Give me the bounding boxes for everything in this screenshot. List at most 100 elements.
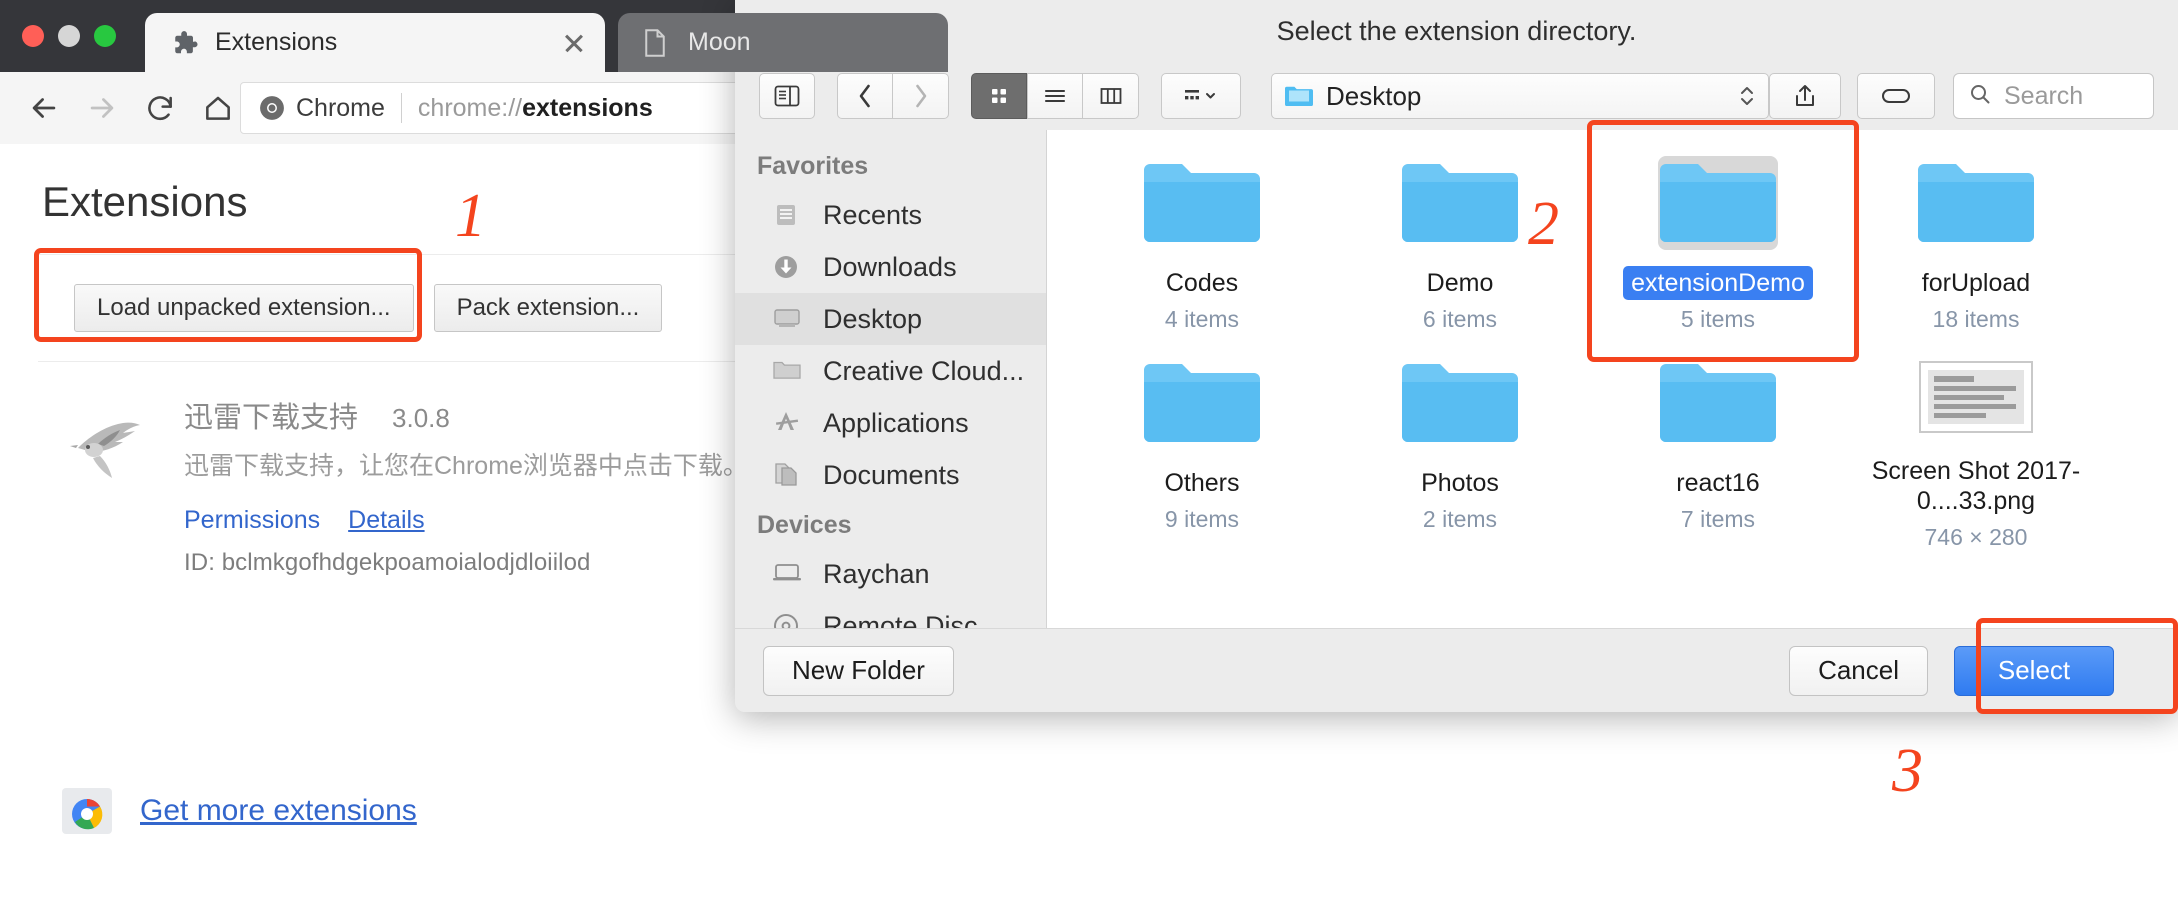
url-scheme: chrome:// (417, 93, 523, 122)
extension-heading: 迅雷下载支持 3.0.8 (184, 394, 784, 436)
forward-arrow-icon (76, 82, 128, 134)
tab-title: Extensions (215, 28, 338, 56)
site-chip-label: Chrome (296, 93, 385, 122)
window-traffic-lights[interactable] (22, 25, 116, 47)
sidebar-item-label: Desktop (823, 303, 923, 334)
sidebar-item-creative-cloud[interactable]: Creative Cloud... (735, 345, 1046, 397)
address-bar-url: chrome://extensions (418, 94, 653, 123)
back-arrow-icon[interactable] (18, 82, 70, 134)
folder-icon (1142, 156, 1262, 250)
file-item-count: 9 items (1164, 506, 1240, 532)
folder-icon (1284, 84, 1314, 108)
file-picker-dialog: Select the extension directory. Desktop … (735, 0, 2178, 712)
pack-extension-button[interactable]: Pack extension... (433, 284, 663, 332)
get-more-extensions-link[interactable]: Get more extensions (140, 794, 417, 828)
file-name: Codes (1165, 269, 1239, 297)
file-item-forupload[interactable]: forUpload 18 items (1847, 156, 2105, 356)
file-item-others[interactable]: Others 9 items (1073, 356, 1331, 556)
dialog-sidebar: Favorites Recents Downloads Desktop Crea… (735, 130, 1047, 628)
back-chevron-icon[interactable] (837, 73, 893, 119)
sidebar-item-remote-disc[interactable]: Remote Disc (735, 600, 1046, 628)
extension-info: 迅雷下载支持 3.0.8 迅雷下载支持，让您在Chrome浏览器中点击下载。 P… (184, 394, 784, 577)
view-mode-buttons (971, 73, 1139, 119)
get-more-extensions-row[interactable]: Get more extensions (60, 784, 417, 838)
file-item-extensiondemo[interactable]: extensionDemo 5 items (1589, 156, 1847, 356)
maximize-window-button[interactable] (94, 25, 116, 47)
folder-icon (771, 356, 805, 386)
close-icon[interactable] (561, 30, 587, 56)
sidebar-toggle-icon[interactable] (759, 73, 815, 119)
permissions-link[interactable]: Permissions (184, 506, 320, 535)
file-item-count: 4 items (1164, 306, 1240, 332)
file-name: Photos (1421, 469, 1499, 497)
details-link[interactable]: Details (348, 506, 424, 535)
screenshot-root: Extensions Moon Chrome chrome://extensio… (0, 0, 2178, 904)
file-dimensions: 746 × 280 (1924, 524, 2028, 550)
file-item-codes[interactable]: Codes 4 items (1073, 156, 1331, 356)
sidebar-section-header-favorites: Favorites (757, 152, 869, 180)
sidebar-item-applications[interactable]: Applications (735, 397, 1046, 449)
cancel-button[interactable]: Cancel (1789, 645, 1928, 696)
url-path: extensions (522, 93, 653, 122)
site-chip: Chrome (259, 94, 385, 123)
file-item-react16[interactable]: react16 7 items (1589, 356, 1847, 556)
file-item-count: 6 items (1422, 306, 1498, 332)
close-window-button[interactable] (22, 25, 44, 47)
sidebar-item-label: Raychan (823, 558, 930, 589)
home-icon[interactable] (192, 82, 244, 134)
chrome-logo-icon (259, 95, 285, 121)
sidebar-section-header-devices: Devices (757, 511, 852, 539)
desktop-icon (771, 304, 805, 334)
puzzle-piece-icon (169, 28, 199, 58)
tab-moon[interactable]: Moon (618, 13, 948, 72)
file-item-count: 18 items (1932, 306, 2020, 332)
image-thumbnail-icon (1918, 356, 2034, 438)
file-item-count: 2 items (1422, 506, 1498, 532)
file-name: Demo (1426, 269, 1494, 297)
extensions-action-bar: Load unpacked extension... Pack extensio… (38, 254, 798, 362)
file-item-demo[interactable]: Demo 6 items (1331, 156, 1589, 356)
sidebar-item-documents[interactable]: Documents (735, 449, 1046, 501)
folder-icon (1658, 156, 1778, 250)
omnibox-divider (400, 93, 402, 123)
minimize-window-button[interactable] (58, 25, 80, 47)
path-popup-button[interactable]: Desktop (1271, 73, 1769, 119)
new-folder-button[interactable]: New Folder (763, 645, 954, 696)
downloads-icon (771, 252, 805, 282)
file-name: Screen Shot 2017-0....33.png (1871, 457, 2081, 515)
sidebar-item-raychan[interactable]: Raychan (735, 548, 1046, 600)
reload-icon[interactable] (134, 82, 186, 134)
laptop-icon (771, 559, 805, 589)
load-unpacked-extension-button[interactable]: Load unpacked extension... (74, 284, 414, 332)
path-popup-label: Desktop (1326, 80, 1422, 111)
list-view-icon[interactable] (1027, 73, 1083, 119)
page-icon (642, 28, 672, 58)
share-icon[interactable] (1769, 73, 1841, 119)
file-item-photos[interactable]: Photos 2 items (1331, 356, 1589, 556)
search-input[interactable]: Search (1953, 73, 2154, 119)
arrange-icon[interactable] (1161, 73, 1241, 119)
sidebar-item-recents[interactable]: Recents (735, 189, 1046, 241)
icon-view-icon[interactable] (971, 73, 1027, 119)
tag-icon[interactable] (1857, 73, 1935, 119)
dialog-toolbar: Desktop Search (735, 62, 2178, 130)
file-item-count: 5 items (1680, 306, 1756, 332)
file-item-screenshot[interactable]: Screen Shot 2017-0....33.png 746 × 280 (1847, 356, 2105, 556)
file-name: extensionDemo (1623, 266, 1813, 300)
tab-title: Moon (688, 28, 751, 56)
folder-icon (1658, 356, 1778, 450)
chrome-web-store-icon (60, 784, 114, 838)
extension-version: 3.0.8 (392, 403, 450, 433)
column-view-icon[interactable] (1083, 73, 1139, 119)
sidebar-item-downloads[interactable]: Downloads (735, 241, 1046, 293)
select-button[interactable]: Select (1954, 645, 2114, 696)
folder-icon (1142, 356, 1262, 450)
recents-icon (771, 200, 805, 230)
extension-name: 迅雷下载支持 (184, 402, 359, 434)
sidebar-item-desktop[interactable]: Desktop (735, 293, 1046, 345)
tab-extensions[interactable]: Extensions (145, 13, 605, 72)
file-name: Others (1164, 469, 1240, 497)
documents-icon (771, 460, 805, 490)
disc-icon (771, 611, 805, 628)
file-browser-grid: Codes 4 items Demo 6 items extensionDemo… (1047, 130, 2178, 628)
